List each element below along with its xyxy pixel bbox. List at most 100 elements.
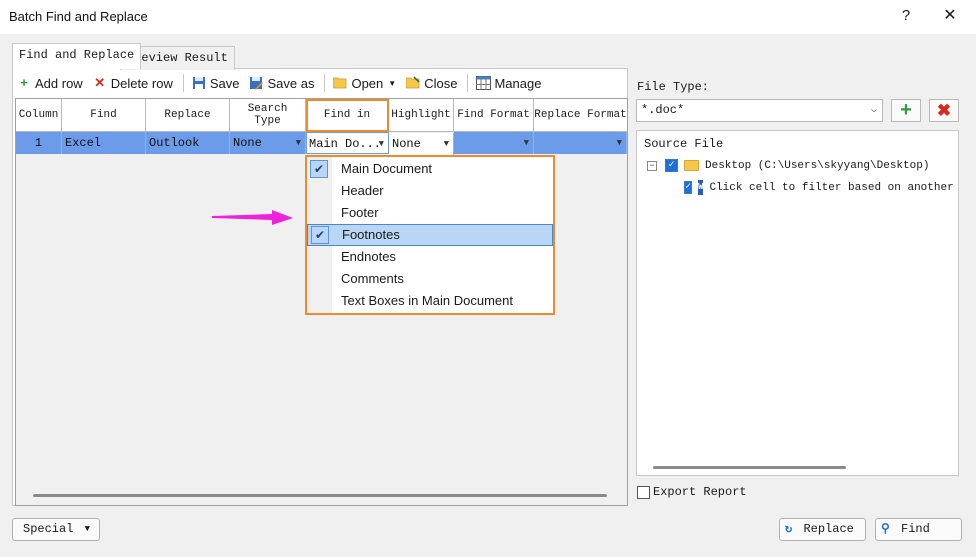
close-label: Close [424, 75, 458, 91]
plus-icon: + [20, 75, 28, 90]
delete-x-icon: ✖ [936, 101, 952, 120]
row-number-cell[interactable]: 1 [16, 132, 62, 154]
toolbar-separator [182, 74, 184, 92]
toolbar: + Add row ✕ Delete row Save Save as Open… [17, 72, 551, 94]
dropdown-item-footer[interactable]: Footer [307, 202, 553, 224]
open-label: Open [351, 75, 384, 91]
column-header[interactable]: Highlight [389, 99, 454, 132]
dropdown-item-label: Comments [341, 271, 404, 286]
dropdown-item-main-document[interactable]: ✔ Main Document [307, 158, 553, 180]
close-window-button[interactable]: ✕ [935, 4, 965, 28]
export-report-label: Export Report [653, 485, 747, 499]
find-format-cell[interactable]: ▼ [454, 132, 534, 154]
source-file-label: Source File [644, 137, 724, 151]
find-cell[interactable]: Excel [62, 132, 146, 154]
open-button[interactable]: Open ▼ [333, 76, 396, 91]
column-header[interactable]: Replace Format [534, 99, 627, 132]
save-button[interactable]: Save [192, 75, 240, 91]
column-header[interactable]: Find [62, 99, 146, 132]
checkmark-icon: ✔ [310, 160, 328, 178]
add-row-button[interactable]: + Add row [17, 76, 83, 91]
close-file-button[interactable]: Close [405, 75, 458, 91]
chevron-down-icon: ▼ [388, 78, 397, 88]
dropdown-item-label: Footer [341, 205, 379, 220]
highlight-cell[interactable]: None ▼ [389, 133, 454, 157]
export-report-checkbox[interactable] [637, 486, 650, 499]
chevron-down-icon[interactable]: ▼ [524, 132, 529, 154]
tab-find-and-replace[interactable]: Find and Replace [12, 43, 142, 69]
find-button[interactable]: ⚲ Find [875, 518, 962, 541]
chevron-down-icon: ▼ [84, 524, 90, 534]
tree-item-desktop[interactable]: − ✓ Desktop (C:\Users\skyyang\Desktop) [647, 159, 929, 172]
chevron-down-icon[interactable]: ▼ [617, 132, 622, 154]
dropdown-item-footnotes[interactable]: ✔ Footnotes [307, 224, 553, 246]
checkmark-icon: ✔ [311, 226, 329, 244]
chevron-down-icon[interactable]: ▼ [296, 132, 301, 154]
tree-item-document[interactable]: ✓ W Click cell to filter based on anothe… [684, 180, 959, 195]
dropdown-item-label: Main Document [341, 161, 433, 176]
replace-button[interactable]: ↻ Replace [779, 518, 866, 541]
delete-row-label: Delete row [110, 75, 173, 91]
collapse-icon[interactable]: − [647, 160, 657, 171]
dropdown-item-label: Text Boxes in Main Document [341, 293, 513, 308]
tree-item-label: Click cell to filter based on another w [709, 181, 959, 194]
search-type-cell[interactable]: None ▼ [230, 132, 306, 154]
special-label: Special [23, 522, 74, 536]
save-label: Save [209, 75, 240, 91]
column-header[interactable]: Search Type [230, 99, 306, 132]
close-folder-icon [405, 76, 420, 90]
annotation-arrow-icon [212, 210, 293, 225]
chevron-down-icon: ⌵ [870, 105, 877, 116]
checkbox-checked[interactable]: ✓ [665, 159, 678, 172]
chevron-down-icon[interactable]: ▼ [379, 133, 384, 155]
dropdown-item-header[interactable]: Header [307, 180, 553, 202]
source-horizontal-scrollbar[interactable] [653, 466, 846, 469]
toolbar-separator [467, 74, 469, 92]
word-document-icon: W [698, 180, 704, 195]
save-as-button[interactable]: Save as [249, 76, 314, 91]
find-in-header-highlight [306, 99, 389, 132]
open-folder-icon [333, 76, 347, 90]
delete-x-icon: ✕ [94, 75, 106, 90]
find-label: Find [901, 522, 930, 536]
find-in-dropdown: ✔ Main Document Header Footer ✔ Footnote… [305, 155, 555, 315]
search-icon: ⚲ [881, 522, 890, 536]
floppy-disk-icon [192, 76, 206, 90]
window-title: Batch Find and Replace [9, 9, 148, 24]
delete-file-type-button[interactable]: ✖ [929, 99, 959, 122]
manage-button[interactable]: Manage [476, 76, 541, 91]
checkbox-checked[interactable]: ✓ [684, 181, 693, 194]
find-in-value: Main Do... [309, 137, 382, 151]
dropdown-item-label: Endnotes [341, 249, 396, 264]
column-header[interactable]: Find Format [454, 99, 534, 132]
dropdown-item-label: Header [341, 183, 384, 198]
tree-item-label: Desktop (C:\Users\skyyang\Desktop) [705, 159, 930, 172]
add-file-type-button[interactable]: + [891, 99, 921, 122]
horizontal-scrollbar[interactable] [33, 494, 607, 497]
dropdown-item-endnotes[interactable]: Endnotes [307, 246, 553, 268]
replace-label: Replace [803, 522, 854, 536]
column-header[interactable]: Replace [146, 99, 230, 132]
save-as-icon [249, 76, 264, 90]
save-as-label: Save as [267, 75, 315, 91]
special-button[interactable]: Special ▼ [12, 518, 100, 541]
dropdown-item-comments[interactable]: Comments [307, 268, 553, 290]
help-button[interactable]: ? [893, 4, 919, 28]
column-header[interactable]: Column [16, 99, 62, 132]
add-row-label: Add row [35, 75, 83, 91]
chevron-down-icon[interactable]: ▼ [444, 133, 449, 155]
find-in-cell[interactable]: Main Do... ▼ [306, 132, 389, 154]
file-type-label: File Type: [637, 80, 710, 94]
file-type-select[interactable]: *.doc* ⌵ [636, 99, 883, 122]
replace-format-cell[interactable]: ▼ [534, 132, 627, 154]
manage-label: Manage [494, 75, 542, 91]
replace-cell[interactable]: Outlook [146, 132, 230, 154]
dropdown-item-label: Footnotes [342, 227, 400, 242]
folder-icon [684, 160, 699, 171]
delete-row-button[interactable]: ✕ Delete row [93, 76, 173, 91]
manage-grid-icon [476, 76, 492, 90]
dropdown-item-text-boxes[interactable]: Text Boxes in Main Document [307, 290, 553, 312]
file-type-value: *.doc* [641, 103, 685, 117]
refresh-icon: ↻ [785, 522, 793, 536]
plus-icon: + [900, 99, 912, 121]
